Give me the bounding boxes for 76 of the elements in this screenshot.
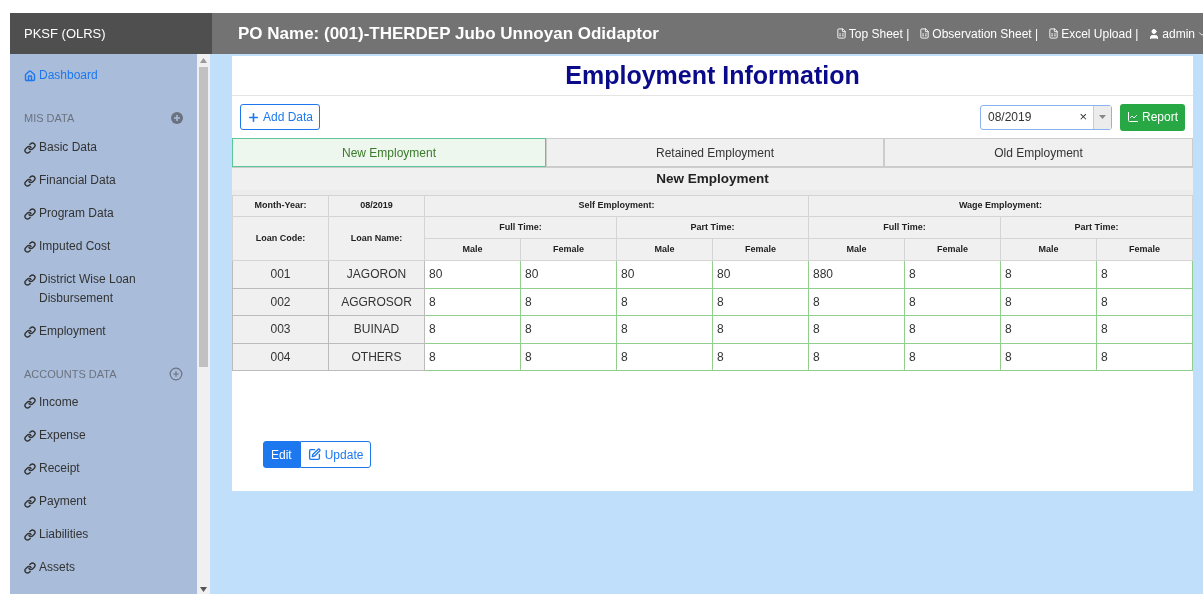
dropdown-toggle[interactable] bbox=[1092, 105, 1111, 129]
home-icon bbox=[24, 70, 36, 82]
brand-name[interactable]: PKSF (OLRS) bbox=[24, 23, 106, 44]
scrollbar[interactable] bbox=[197, 54, 210, 594]
link-icon bbox=[24, 325, 36, 338]
plus-circle-icon[interactable] bbox=[169, 366, 183, 381]
header-cell: Full Time: bbox=[808, 216, 1001, 239]
plus-icon bbox=[247, 110, 260, 124]
sidebar-item[interactable]: District Wise Loan Disbursement bbox=[10, 262, 197, 315]
po-name: PO Name: (001)-THERDEP Jubo Unnoyan Odidaptor bbox=[238, 22, 659, 45]
header-cell: Full Time: bbox=[424, 216, 617, 239]
file-icon bbox=[1048, 28, 1060, 39]
table-cell: 001 bbox=[232, 260, 329, 288]
header-link[interactable]: Observation Sheet | bbox=[919, 24, 1039, 43]
sidebar-item[interactable]: Program Data bbox=[10, 196, 197, 230]
file-icon bbox=[919, 28, 931, 39]
header-link[interactable]: Top Sheet | bbox=[835, 24, 910, 43]
edit-button[interactable]: Edit bbox=[263, 441, 300, 468]
header-link[interactable]: Excel Upload | bbox=[1048, 24, 1139, 43]
tab[interactable]: Retained Employment bbox=[546, 138, 884, 167]
table-cell: OTHERS bbox=[328, 343, 425, 371]
table-cell: 003 bbox=[232, 315, 329, 343]
sidebar-item[interactable]: Receipt bbox=[10, 452, 197, 485]
sidebar-item[interactable]: Income bbox=[10, 386, 197, 419]
link-icon bbox=[24, 397, 36, 409]
plus-circle-icon[interactable] bbox=[171, 112, 183, 125]
link-icon bbox=[24, 174, 36, 187]
link-icon bbox=[24, 496, 36, 508]
table-cell: AGGROSOR bbox=[328, 288, 425, 316]
table-cell: BUINAD bbox=[328, 315, 425, 343]
sidebar-item[interactable]: Financial Data bbox=[10, 163, 197, 197]
link-icon bbox=[24, 529, 36, 541]
table-cell: JAGORON bbox=[328, 260, 425, 288]
sidebar-item[interactable]: Liabilities bbox=[10, 518, 197, 551]
table-cell: 004 bbox=[232, 343, 329, 371]
update-button[interactable]: Update bbox=[299, 441, 372, 468]
page-title: Employment Information bbox=[565, 59, 860, 91]
table-title: New Employment bbox=[656, 169, 769, 188]
scroll-thumb[interactable] bbox=[199, 67, 208, 367]
caret-icon bbox=[1098, 115, 1106, 119]
tab[interactable]: New Employment bbox=[232, 138, 546, 167]
clear-button[interactable]: × bbox=[1073, 107, 1093, 127]
table-cell: 002 bbox=[232, 288, 329, 316]
header-cell: 08/2019 bbox=[328, 195, 425, 217]
link-icon bbox=[24, 141, 36, 154]
link-icon bbox=[24, 273, 36, 286]
sidebar-item[interactable]: Basic Data bbox=[10, 130, 197, 164]
tab[interactable]: Old Employment bbox=[884, 138, 1193, 167]
sidebar-item[interactable]: Assets bbox=[10, 551, 197, 584]
header-cell: Loan Name: bbox=[328, 216, 425, 261]
add-data-button[interactable]: Add Data bbox=[240, 104, 321, 130]
link-icon bbox=[24, 430, 36, 442]
header-link[interactable]: admin bbox=[1148, 24, 1195, 43]
header-cell: Wage Employment: bbox=[808, 195, 1193, 217]
scroll-down-icon[interactable] bbox=[200, 587, 207, 592]
edit-icon bbox=[307, 448, 321, 461]
header-cell: Self Employment: bbox=[424, 195, 809, 217]
chart-icon bbox=[1126, 111, 1139, 123]
sidebar-item[interactable]: Employment bbox=[10, 314, 197, 348]
user-icon bbox=[1148, 27, 1161, 40]
link-icon bbox=[24, 240, 36, 253]
link-icon bbox=[24, 562, 36, 574]
link-icon bbox=[24, 463, 36, 475]
link-icon bbox=[24, 207, 36, 220]
month-select[interactable]: 08/2019 × bbox=[979, 104, 1112, 130]
section-label: MIS DATA bbox=[24, 111, 75, 126]
sidebar-item[interactable]: Expense bbox=[10, 419, 197, 452]
header-cell: Loan Code: bbox=[232, 216, 329, 261]
scroll-up-icon[interactable] bbox=[200, 58, 207, 63]
section-label: ACCOUNTS DATA bbox=[24, 366, 117, 382]
header-cell: Part Time: bbox=[616, 216, 809, 239]
sidebar-item[interactable]: Imputed Cost bbox=[10, 229, 197, 263]
file-icon bbox=[835, 28, 847, 39]
header-cell: Part Time: bbox=[1000, 216, 1193, 239]
sidebar-item[interactable]: Payment bbox=[10, 485, 197, 518]
header-cell: Month-Year: bbox=[232, 195, 329, 217]
